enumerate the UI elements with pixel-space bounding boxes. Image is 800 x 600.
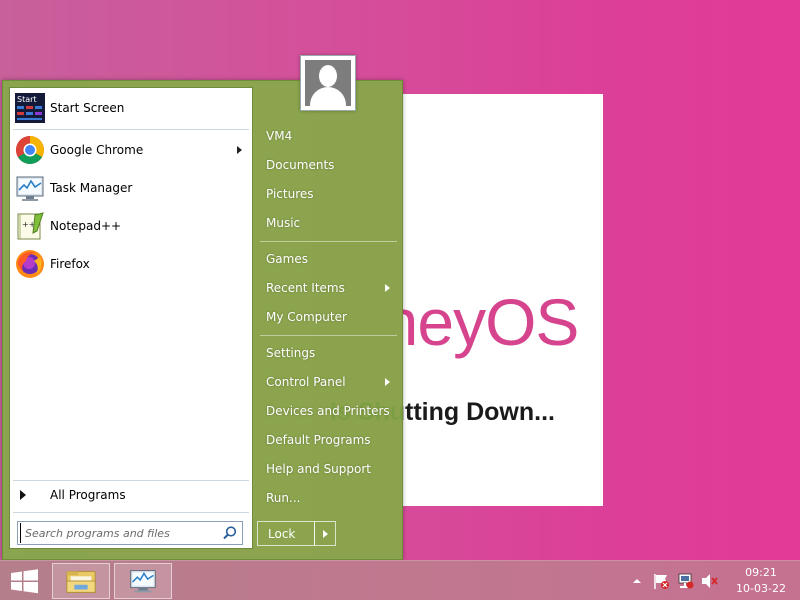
submenu-arrow-icon[interactable] — [237, 146, 242, 154]
program-item-google-chrome[interactable]: Google Chrome — [10, 133, 252, 167]
file-explorer-icon — [66, 571, 96, 593]
right-item-label: Devices and Printers — [266, 404, 390, 418]
start-screen-icon: Start — [15, 93, 45, 123]
chevron-right-icon — [323, 530, 328, 538]
program-label: Start Screen — [50, 101, 125, 115]
action-center-flag-icon[interactable] — [652, 573, 670, 589]
right-item-label: Default Programs — [266, 433, 371, 447]
right-pane-divider — [260, 335, 397, 336]
right-item-vm4[interactable]: VM4 — [259, 123, 396, 149]
right-item-pictures[interactable]: Pictures — [259, 181, 396, 207]
program-item-start-screen[interactable]: Start Start Screen — [10, 91, 252, 125]
right-item-games[interactable]: Games — [259, 246, 396, 272]
right-item-help-and-support[interactable]: Help and Support — [259, 456, 396, 482]
task-manager-icon — [16, 176, 44, 201]
expand-arrow-icon — [20, 490, 26, 500]
all-programs-label: All Programs — [50, 488, 126, 502]
user-account-tile[interactable] — [300, 55, 356, 111]
all-programs-button[interactable]: All Programs — [10, 484, 252, 506]
windows-start-icon[interactable] — [0, 561, 50, 600]
power-options-arrow-button[interactable] — [314, 521, 336, 546]
right-item-recent-items[interactable]: Recent Items — [259, 275, 396, 301]
program-item-firefox[interactable]: Firefox — [10, 247, 252, 281]
chrome-icon — [16, 136, 44, 164]
right-item-label: Music — [266, 216, 301, 230]
program-item-task-manager[interactable]: Task Manager — [10, 171, 252, 205]
program-label: Google Chrome — [50, 143, 144, 157]
taskbar-clock[interactable]: 09:21 10-03-22 — [733, 565, 789, 597]
show-hidden-icons-icon[interactable] — [628, 573, 646, 589]
start-menu-programs-pane: Start Start Screen Google Chrome Task Ma… — [9, 87, 253, 549]
right-item-default-programs[interactable]: Default Programs — [259, 427, 396, 453]
program-label: Task Manager — [50, 181, 133, 195]
right-item-label: Run... — [266, 491, 301, 505]
all-programs-divider — [13, 480, 249, 481]
programs-divider — [13, 129, 249, 130]
search-box[interactable] — [17, 521, 243, 545]
right-item-label: Pictures — [266, 187, 314, 201]
program-label: Notepad++ — [50, 219, 122, 233]
svg-text:Start: Start — [17, 95, 37, 104]
right-item-music[interactable]: Music — [259, 210, 396, 236]
right-item-label: VM4 — [266, 129, 293, 143]
right-item-label: Control Panel — [266, 375, 346, 389]
right-item-label: Recent Items — [266, 281, 345, 295]
search-divider — [13, 512, 249, 513]
user-avatar-icon — [305, 60, 351, 106]
search-input[interactable] — [20, 523, 216, 543]
taskbar-task-manager-button[interactable] — [114, 563, 172, 599]
taskbar: 09:21 10-03-22 — [0, 560, 800, 600]
submenu-arrow-icon — [385, 284, 390, 292]
volume-muted-icon[interactable] — [700, 573, 718, 589]
search-icon[interactable] — [222, 525, 238, 541]
notepad-plus-plus-icon: ++ — [17, 212, 44, 240]
program-item-notepad-plus-plus[interactable]: ++ Notepad++ — [10, 209, 252, 243]
right-item-label: Help and Support — [266, 462, 371, 476]
taskbar-file-explorer-button[interactable] — [52, 563, 110, 599]
right-item-label: Documents — [266, 158, 335, 172]
right-item-devices-and-printers[interactable]: Devices and Printers — [259, 398, 396, 424]
firefox-icon — [16, 250, 44, 278]
task-manager-icon — [130, 570, 156, 593]
right-item-label: Settings — [266, 346, 316, 360]
right-item-label: My Computer — [266, 310, 347, 324]
clock-date: 10-03-22 — [736, 582, 786, 595]
right-pane-divider — [260, 241, 397, 242]
lock-button[interactable]: Lock — [257, 521, 315, 546]
right-item-my-computer[interactable]: My Computer — [259, 304, 396, 330]
clock-time: 09:21 — [745, 566, 777, 579]
right-item-documents[interactable]: Documents — [259, 152, 396, 178]
right-item-label: Games — [266, 252, 308, 266]
network-icon[interactable] — [676, 573, 694, 589]
program-label: Firefox — [50, 257, 90, 271]
right-item-settings[interactable]: Settings — [259, 340, 396, 366]
right-item-control-panel[interactable]: Control Panel — [259, 369, 396, 395]
submenu-arrow-icon — [385, 378, 390, 386]
right-item-run[interactable]: Run... — [259, 485, 396, 511]
